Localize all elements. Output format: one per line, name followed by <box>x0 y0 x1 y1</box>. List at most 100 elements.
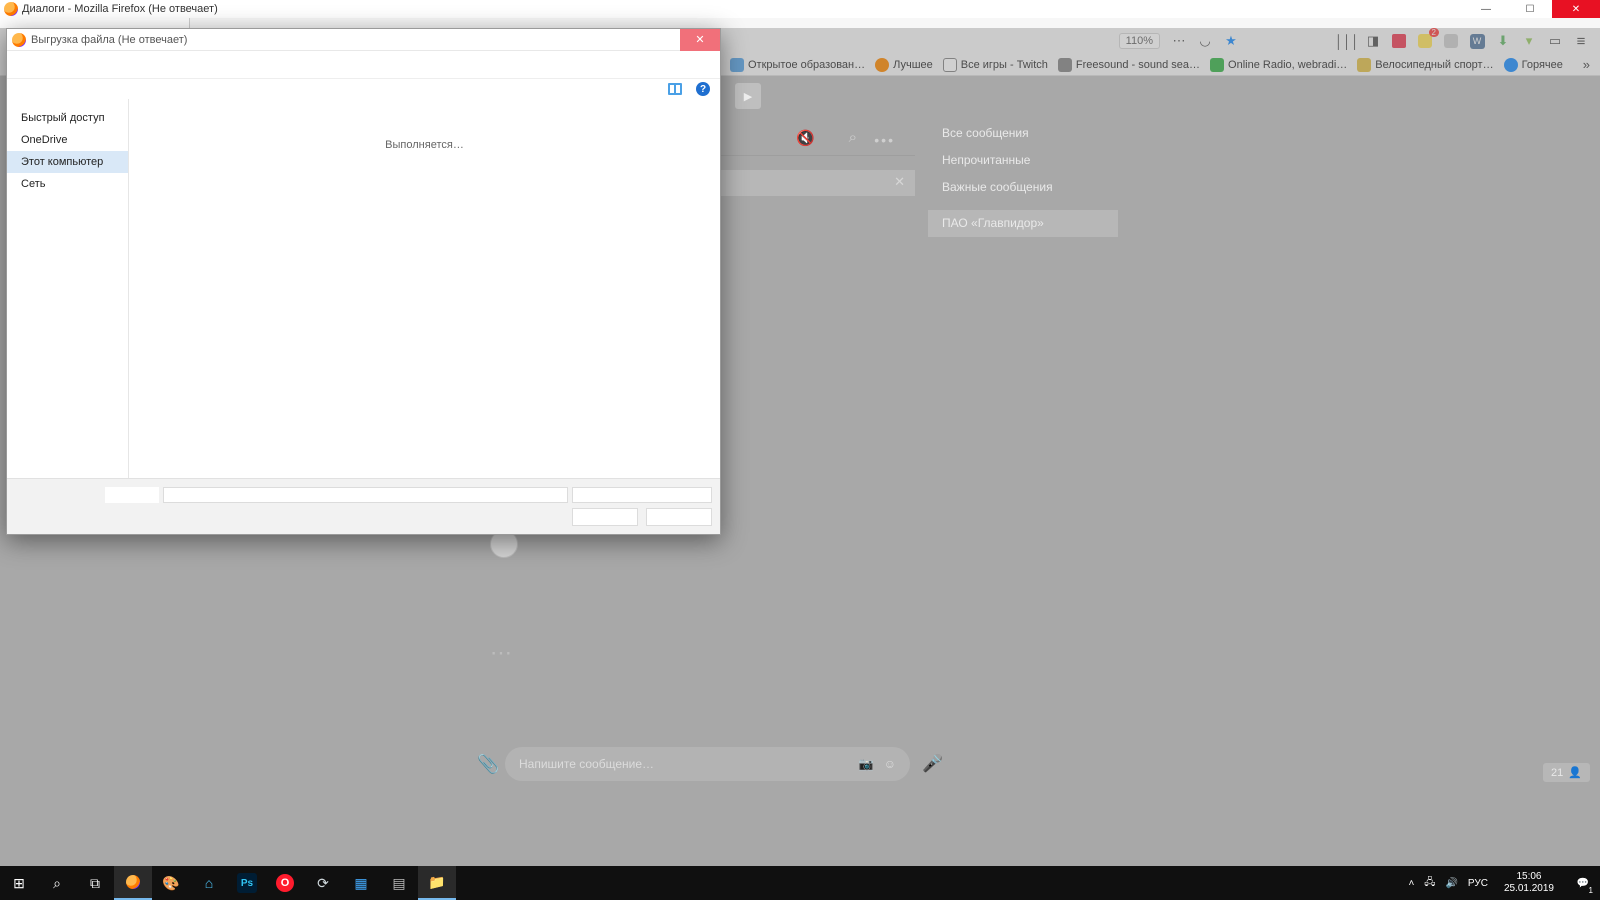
bookmarks-overflow-button[interactable]: » <box>1583 57 1590 72</box>
tray-overflow-icon[interactable]: ˄ <box>1408 878 1414 889</box>
sidebar-icon[interactable]: ◨ <box>1364 32 1382 50</box>
library-icon[interactable]: │││ <box>1338 32 1356 50</box>
bookmark-label: Все игры - Twitch <box>961 59 1048 71</box>
camera-icon[interactable]: 📷 <box>859 757 874 771</box>
bookmark-label: Открытое образован… <box>748 59 865 71</box>
shield-icon[interactable]: ◡ <box>1196 32 1214 50</box>
taskbar-app-calculator[interactable]: ▤ <box>380 866 418 900</box>
dialog-close-button[interactable]: ✕ <box>680 29 720 51</box>
nav-this-pc[interactable]: Этот компьютер <box>7 151 128 173</box>
dialog-nav-tree: Быстрый доступ OneDrive Этот компьютер С… <box>7 99 129 478</box>
bookmark-item[interactable]: Открытое образован… <box>730 58 865 72</box>
taskbar-app-opera[interactable]: O <box>266 866 304 900</box>
bookmark-item[interactable]: Велосипедный спорт… <box>1357 58 1493 72</box>
messages-badge: 2 <box>1429 28 1439 37</box>
dialog-address-bar[interactable] <box>7 51 720 79</box>
bookmark-label: Online Radio, webradi… <box>1228 59 1347 71</box>
window-close-button[interactable]: ✕ <box>1552 0 1600 18</box>
bookmark-label: Велосипедный спорт… <box>1375 59 1493 71</box>
taskbar-app-generic[interactable]: ⌂ <box>190 866 228 900</box>
bookmark-item[interactable]: Freesound - sound sea… <box>1058 58 1200 72</box>
bookmark-item[interactable]: Online Radio, webradi… <box>1210 58 1347 72</box>
taskbar-clock[interactable]: 15:06 25.01.2019 <box>1498 871 1560 895</box>
nav-network[interactable]: Сеть <box>7 173 128 195</box>
microphone-icon[interactable]: 🎤 <box>922 754 943 774</box>
taskbar-app-firefox[interactable] <box>114 866 152 900</box>
chat-side-panel: Все сообщения Непрочитанные Важные сообщ… <box>928 120 1118 237</box>
bookmark-favicon <box>1210 58 1224 72</box>
firefox-icon <box>4 2 18 16</box>
bookmark-label: Горячее <box>1522 59 1563 71</box>
audio-play-button[interactable]: ▶ <box>735 83 761 109</box>
nav-onedrive[interactable]: OneDrive <box>7 129 128 151</box>
taskbar-app-photoshop[interactable]: Ps <box>228 866 266 900</box>
side-filter-item[interactable]: Непрочитанные <box>928 147 1118 174</box>
bookmark-label: Freesound - sound sea… <box>1076 59 1200 71</box>
search-icon[interactable]: ⌕ <box>849 129 857 146</box>
taskbar-app-paint[interactable]: 🎨 <box>152 866 190 900</box>
emoji-icon[interactable]: ☺ <box>884 757 896 771</box>
page-actions-icon[interactable]: ⋯ <box>1170 32 1188 50</box>
file-upload-dialog: Выгрузка файла (Не отвечает) ✕ ? Быстрый… <box>6 28 721 535</box>
notification-count: 1 <box>1589 886 1593 895</box>
clock-time: 15:06 <box>1504 871 1554 883</box>
help-icon[interactable]: ? <box>696 82 710 96</box>
vk-icon[interactable]: W <box>1468 32 1486 50</box>
dialog-titlebar[interactable]: Выгрузка файла (Не отвечает) ✕ <box>7 29 720 51</box>
taskbar-search-button[interactable]: ⌕ <box>38 866 76 900</box>
bookmark-favicon <box>730 58 744 72</box>
bookmark-item[interactable]: Все игры - Twitch <box>943 58 1048 72</box>
start-button[interactable]: ⊞ <box>0 866 38 900</box>
message-ellipsis: ⋯ <box>490 640 515 666</box>
android-icon[interactable]: ▾ <box>1520 32 1538 50</box>
browser-tab-strip <box>0 18 1600 28</box>
taskbar-app-steam[interactable]: ⟳ <box>304 866 342 900</box>
action-center-icon[interactable]: 💬 1 <box>1570 866 1596 900</box>
task-view-button[interactable]: ⧉ <box>76 866 114 900</box>
download-icon[interactable]: ⬇ <box>1494 32 1512 50</box>
network-icon[interactable]: 🖧 <box>1424 875 1435 892</box>
attach-icon[interactable]: 📎 <box>477 754 499 775</box>
messages-icon[interactable]: 2 <box>1416 32 1434 50</box>
taskbar-app-explorer[interactable]: 📁 <box>418 866 456 900</box>
bookmark-item[interactable]: Горячее <box>1504 58 1563 72</box>
dialog-status-text: Выполняется… <box>385 139 464 151</box>
badge-count: 21 <box>1551 767 1563 779</box>
windows-taskbar: ⊞ ⌕ ⧉ 🎨 ⌂ Ps O ⟳ ▦ ▤ 📁 ˄ 🖧 🔊 РУС 15:06 2… <box>0 866 1600 900</box>
zoom-indicator[interactable]: 110% <box>1119 33 1160 49</box>
cancel-button[interactable] <box>646 508 712 526</box>
nav-quick-access[interactable]: Быстрый доступ <box>7 107 128 129</box>
bookmark-star-icon[interactable]: ★ <box>1222 32 1240 50</box>
close-icon[interactable]: ✕ <box>894 174 905 190</box>
dialog-footer <box>7 478 720 534</box>
side-filter-item[interactable]: Все сообщения <box>928 120 1118 147</box>
message-input[interactable]: Напишите сообщение… 📷 ☺ <box>505 747 910 781</box>
message-input-placeholder: Напишите сообщение… <box>519 757 654 771</box>
volume-icon[interactable]: 🔊 <box>1445 878 1457 889</box>
more-icon[interactable]: ••• <box>874 132 895 148</box>
dialog-content-pane: Выполняется… <box>129 99 720 478</box>
system-tray: ˄ 🖧 🔊 РУС 15:06 25.01.2019 💬 1 <box>1408 866 1600 900</box>
hamburger-menu-icon[interactable]: ≡ <box>1572 32 1590 50</box>
bookmark-favicon <box>1357 58 1371 72</box>
extension-icon[interactable] <box>1442 32 1460 50</box>
window-maximize-button[interactable]: ☐ <box>1508 0 1552 18</box>
pocket-icon[interactable] <box>1390 32 1408 50</box>
page-icon[interactable]: ▭ <box>1546 32 1564 50</box>
clock-date: 25.01.2019 <box>1504 883 1554 895</box>
side-filter-selected[interactable]: ПАО «Главпидор» <box>928 210 1118 237</box>
browser-tab[interactable] <box>0 18 190 28</box>
taskbar-app-cards[interactable]: ▦ <box>342 866 380 900</box>
filename-input[interactable] <box>163 487 568 503</box>
view-toggle-icon[interactable] <box>668 83 682 95</box>
mute-icon[interactable]: 🔇 <box>796 129 815 147</box>
side-filter-item[interactable]: Важные сообщения <box>928 174 1118 201</box>
online-count-badge[interactable]: 21 👤 <box>1543 763 1590 782</box>
filetype-select[interactable] <box>572 487 712 503</box>
window-minimize-button[interactable]: — <box>1464 0 1508 18</box>
open-button[interactable] <box>572 508 638 526</box>
bookmark-favicon <box>875 58 889 72</box>
language-indicator[interactable]: РУС <box>1468 878 1488 889</box>
bookmark-item[interactable]: Лучшее <box>875 58 933 72</box>
filename-label <box>105 487 159 503</box>
